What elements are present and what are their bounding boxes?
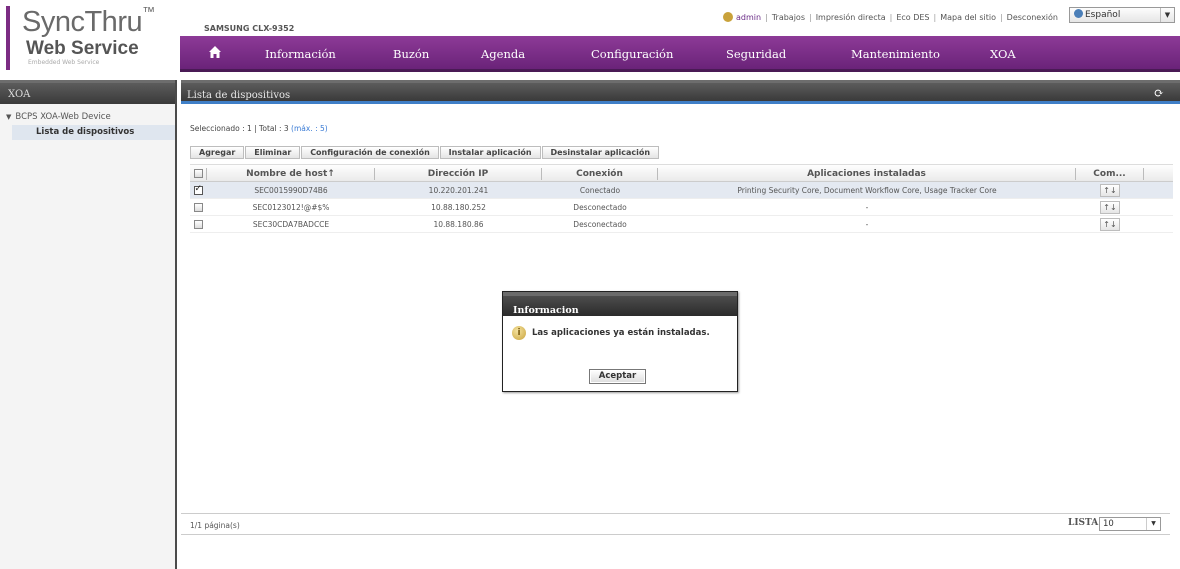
list-size-value: 10 (1103, 519, 1114, 529)
ip-cell: 10.220.201.241 (428, 185, 489, 195)
hostname-cell: SEC30CDA7BADCCE (252, 219, 330, 229)
expand-triangle-icon[interactable]: ▼ (6, 113, 11, 121)
logo-title: SyncThru™ (22, 4, 155, 38)
separator: | (999, 13, 1003, 22)
home-icon[interactable] (208, 45, 222, 59)
header: SyncThru™ Web Service Embedded Web Servi… (0, 0, 1180, 76)
device-table: Nombre de host↑ Dirección IP Conexión Ap… (190, 164, 1173, 233)
row-checkbox-cell (190, 199, 206, 215)
dialog-title: Informacion (503, 292, 737, 316)
reorder-button[interactable]: ↑↓ (1100, 183, 1120, 197)
nav-xoa[interactable]: XOA (990, 36, 1016, 72)
hostname-cell: SEC0015990D74B6 (254, 185, 328, 195)
tree-root[interactable]: ▼ BCPS XOA-Web Device (0, 112, 175, 122)
separator: | (933, 13, 937, 22)
top-links: admin | Trabajos | Impresión directa | Eco DES… (723, 12, 1058, 22)
ok-button[interactable]: Aceptar (589, 369, 646, 384)
table-row[interactable]: SEC30CDA7BADCCE 10.88.180.86 Desconectad… (190, 216, 1173, 233)
col-connection[interactable]: Conexión (542, 168, 658, 180)
hostname-cell: SEC0123012!@#$% (252, 202, 330, 212)
col-installed-apps[interactable]: Aplicaciones instaladas (658, 168, 1076, 180)
apps-cell: - (865, 202, 869, 212)
panel-title-text: Lista de dispositivos (187, 90, 291, 101)
dialog-message: Las aplicaciones ya están instaladas. (532, 328, 710, 338)
select-all-cell (190, 165, 206, 181)
chevron-down-icon: ▼ (1146, 518, 1160, 530)
reorder-button[interactable]: ↑↓ (1100, 217, 1120, 231)
device-model: SAMSUNG CLX-9352 (204, 24, 295, 33)
admin-link[interactable]: admin (736, 13, 761, 22)
connection-cell: Desconectado (573, 202, 627, 212)
sidebar: XOA ▼ BCPS XOA-Web Device Lista de dispos… (0, 80, 177, 569)
list-size-label: LISTA (1068, 518, 1099, 528)
main-nav: Información Buzón Agenda Configuración S… (180, 36, 1180, 72)
logo-tagline: Embedded Web Service (28, 59, 100, 66)
toolbar: Agregar Eliminar Configuración de conexi… (190, 146, 660, 160)
delete-button[interactable]: Eliminar (245, 146, 301, 159)
reorder-button[interactable]: ↑↓ (1100, 200, 1120, 214)
col-ip[interactable]: Dirección IP (375, 168, 542, 180)
jobs-link[interactable]: Trabajos (772, 13, 805, 22)
row-checkbox[interactable] (193, 219, 203, 229)
logo-accent-bar (6, 6, 10, 70)
nav-mantenimiento[interactable]: Mantenimiento (851, 36, 940, 72)
page-info: 1/1 página(s) (190, 521, 240, 530)
separator: | (765, 13, 768, 22)
sitemap-link[interactable]: Mapa del sitio (940, 13, 996, 22)
selection-max: (máx. : 5) (291, 124, 328, 133)
table-footer: 1/1 página(s) LISTA 10 ▼ (181, 513, 1170, 535)
row-checkbox-cell (190, 182, 206, 198)
selection-count: Seleccionado : 1 | Total : 3 (190, 124, 289, 133)
command-cell: ↑↓ (1076, 216, 1144, 232)
ip-cell: 10.88.180.252 (431, 202, 486, 212)
col-hostname[interactable]: Nombre de host↑ (207, 168, 375, 180)
info-icon: i (512, 326, 526, 340)
connection-cell: Desconectado (573, 219, 627, 229)
add-button[interactable]: Agregar (190, 146, 245, 159)
selection-info: Seleccionado : 1 | Total : 3 (máx. : 5) (190, 124, 328, 133)
sidebar-title: XOA (0, 80, 175, 104)
separator: | (889, 13, 893, 22)
language-select[interactable]: Español ▼ (1069, 7, 1175, 23)
row-checkbox[interactable] (193, 202, 203, 212)
ip-cell: 10.88.180.86 (433, 219, 484, 229)
uninstall-app-button[interactable]: Desinstalar aplicación (541, 146, 660, 159)
table-row[interactable]: SEC0123012!@#$% 10.88.180.252 Desconecta… (190, 199, 1173, 216)
direct-print-link[interactable]: Impresión directa (816, 13, 886, 22)
row-checkbox-cell (190, 216, 206, 232)
row-checkbox[interactable] (193, 184, 203, 195)
sidebar-item-device-list[interactable]: Lista de dispositivos (12, 125, 175, 140)
info-dialog: Informacion i Las aplicaciones ya están … (502, 291, 738, 392)
install-app-button[interactable]: Instalar aplicación (439, 146, 541, 159)
table-header: Nombre de host↑ Dirección IP Conexión Ap… (190, 164, 1173, 182)
command-cell: ↑↓ (1076, 182, 1144, 198)
select-all-checkbox[interactable] (193, 168, 203, 178)
apps-cell: Printing Security Core, Document Workflo… (737, 185, 997, 195)
nav-configuracion[interactable]: Configuración (591, 36, 673, 72)
nav-informacion[interactable]: Información (265, 36, 336, 72)
nav-seguridad[interactable]: Seguridad (726, 36, 786, 72)
command-cell: ↑↓ (1076, 199, 1144, 215)
list-size-select[interactable]: 10 ▼ (1099, 517, 1161, 531)
tree-root-label: BCPS XOA-Web Device (15, 112, 111, 122)
nav-buzon[interactable]: Buzón (393, 36, 429, 72)
language-value: Español (1085, 10, 1121, 20)
user-icon (723, 12, 734, 22)
apps-cell: - (865, 219, 869, 229)
logo-subtitle: Web Service (26, 38, 139, 59)
connection-settings-button[interactable]: Configuración de conexión (301, 146, 439, 159)
panel-title: Lista de dispositivos ⟳ (181, 80, 1180, 104)
col-command[interactable]: Com... (1076, 168, 1144, 180)
eco-des-link[interactable]: Eco DES (896, 13, 929, 22)
logout-link[interactable]: Desconexión (1007, 13, 1058, 22)
connection-cell: Conectado (579, 185, 621, 195)
refresh-icon[interactable]: ⟳ (1154, 86, 1168, 100)
globe-icon (1074, 9, 1083, 18)
chevron-down-icon: ▼ (1160, 8, 1174, 22)
nav-agenda[interactable]: Agenda (481, 36, 525, 72)
table-row[interactable]: SEC0015990D74B6 10.220.201.241 Conectado… (190, 182, 1173, 199)
separator: | (808, 13, 812, 22)
